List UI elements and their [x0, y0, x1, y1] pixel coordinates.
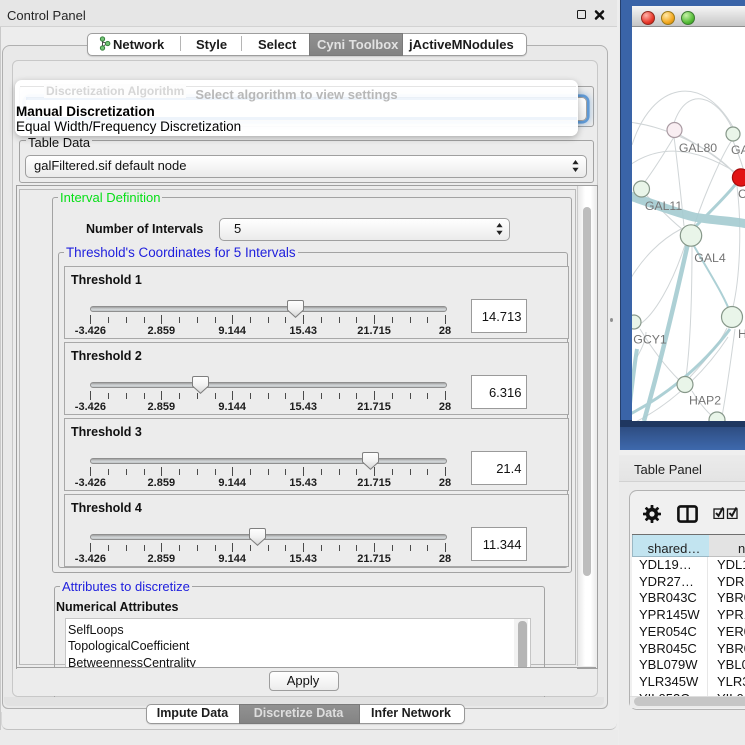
svg-text:H: H — [738, 327, 745, 341]
svg-text:HAP2: HAP2 — [688, 394, 720, 408]
svg-text:GAL11: GAL11 — [644, 199, 682, 213]
svg-text:GA: GA — [731, 143, 745, 157]
svg-text:GAL4: GAL4 — [694, 251, 726, 265]
svg-text:GCY1: GCY1 — [633, 333, 667, 347]
svg-text:GAL80: GAL80 — [678, 141, 716, 155]
svg-text:C: C — [738, 187, 745, 201]
